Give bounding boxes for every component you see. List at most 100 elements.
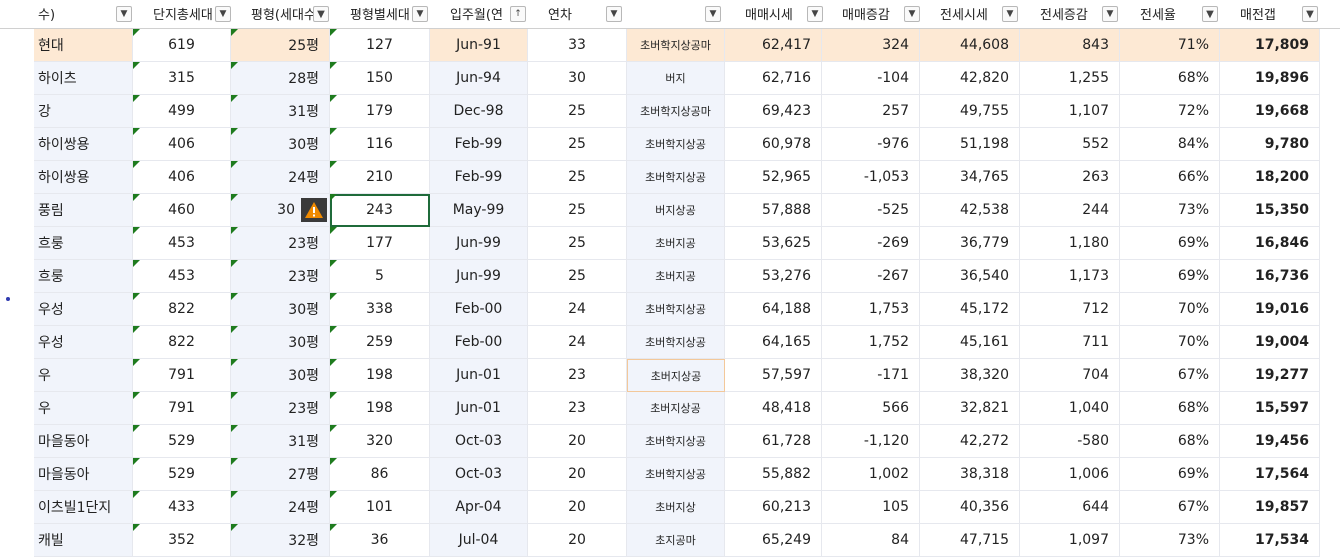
cell-jeonse[interactable]: 47,715: [920, 524, 1020, 557]
cell-date[interactable]: Feb-00: [430, 326, 528, 359]
cell-size[interactable]: 23평: [231, 260, 330, 293]
cell-jeonse[interactable]: 45,172: [920, 293, 1020, 326]
cell-facilities[interactable]: 초버학지상공: [627, 293, 725, 326]
cell-jeonse[interactable]: 36,779: [920, 227, 1020, 260]
cell-name[interactable]: 현대: [34, 29, 133, 62]
cell-facilities[interactable]: 초버지공: [627, 260, 725, 293]
cell-price[interactable]: 65,249: [725, 524, 822, 557]
cell-size[interactable]: 32평: [231, 524, 330, 557]
cell-date[interactable]: Jun-01: [430, 359, 528, 392]
filter-funnel-icon[interactable]: ▼: [1202, 6, 1218, 22]
cell-jeonse_chg[interactable]: 1,107: [1020, 95, 1120, 128]
cell-total[interactable]: 315: [133, 62, 231, 95]
cell-name[interactable]: 강: [34, 95, 133, 128]
cell-jeonse[interactable]: 40,356: [920, 491, 1020, 524]
cell-size[interactable]: 30: [231, 194, 330, 227]
cell-ratio[interactable]: 73%: [1120, 524, 1220, 557]
cell-facilities[interactable]: 초버학지상공: [627, 128, 725, 161]
cell-units[interactable]: 36: [330, 524, 430, 557]
cell-name[interactable]: 흐룽: [34, 227, 133, 260]
cell-jeonse_chg[interactable]: 843: [1020, 29, 1120, 62]
cell-total[interactable]: 791: [133, 392, 231, 425]
cell-jeonse[interactable]: 51,198: [920, 128, 1020, 161]
cell-total[interactable]: 453: [133, 260, 231, 293]
cell-price[interactable]: 48,418: [725, 392, 822, 425]
cell-facilities[interactable]: 초버학지상공: [627, 458, 725, 491]
cell-units[interactable]: 179: [330, 95, 430, 128]
cell-age[interactable]: 20: [528, 524, 627, 557]
cell-price[interactable]: 53,625: [725, 227, 822, 260]
cell-price[interactable]: 60,978: [725, 128, 822, 161]
cell-price_chg[interactable]: -976: [822, 128, 920, 161]
cell-units[interactable]: 127: [330, 29, 430, 62]
cell-size[interactable]: 24평: [231, 491, 330, 524]
cell-jeonse_chg[interactable]: 711: [1020, 326, 1120, 359]
cell-price_chg[interactable]: -525: [822, 194, 920, 227]
cell-facilities[interactable]: 초버학지상공마: [627, 95, 725, 128]
cell-jeonse_chg[interactable]: 263: [1020, 161, 1120, 194]
cell-ratio[interactable]: 73%: [1120, 194, 1220, 227]
cell-name[interactable]: 흐룽: [34, 260, 133, 293]
cell-date[interactable]: Oct-03: [430, 425, 528, 458]
cell-jeonse_chg[interactable]: 1,006: [1020, 458, 1120, 491]
cell-gap[interactable]: 19,004: [1220, 326, 1320, 359]
cell-ratio[interactable]: 70%: [1120, 293, 1220, 326]
cell-jeonse[interactable]: 38,318: [920, 458, 1020, 491]
cell-name[interactable]: 캐빌: [34, 524, 133, 557]
dropdown-arrow-icon[interactable]: ▼: [904, 6, 920, 22]
cell-gap[interactable]: 15,350: [1220, 194, 1320, 227]
cell-price_chg[interactable]: -1,053: [822, 161, 920, 194]
cell-size[interactable]: 27평: [231, 458, 330, 491]
cell-price_chg[interactable]: 1,752: [822, 326, 920, 359]
cell-name[interactable]: 우: [34, 392, 133, 425]
cell-facilities[interactable]: 초버지상: [627, 491, 725, 524]
cell-price[interactable]: 53,276: [725, 260, 822, 293]
cell-gap[interactable]: 19,016: [1220, 293, 1320, 326]
cell-total[interactable]: 529: [133, 458, 231, 491]
cell-size[interactable]: 30평: [231, 359, 330, 392]
cell-facilities[interactable]: 버지상공: [627, 194, 725, 227]
cell-age[interactable]: 24: [528, 326, 627, 359]
cell-age[interactable]: 25: [528, 128, 627, 161]
cell-gap[interactable]: 19,668: [1220, 95, 1320, 128]
cell-price_chg[interactable]: 84: [822, 524, 920, 557]
cell-name[interactable]: 마을동아: [34, 425, 133, 458]
cell-jeonse[interactable]: 42,272: [920, 425, 1020, 458]
cell-size[interactable]: 24평: [231, 161, 330, 194]
cell-date[interactable]: Oct-03: [430, 458, 528, 491]
cell-ratio[interactable]: 69%: [1120, 458, 1220, 491]
cell-price[interactable]: 55,882: [725, 458, 822, 491]
cell-gap[interactable]: 17,809: [1220, 29, 1320, 62]
cell-price[interactable]: 60,213: [725, 491, 822, 524]
cell-gap[interactable]: 19,857: [1220, 491, 1320, 524]
cell-date[interactable]: Jun-91: [430, 29, 528, 62]
cell-name[interactable]: 우성: [34, 293, 133, 326]
cell-facilities[interactable]: 초버학지상공: [627, 425, 725, 458]
cell-jeonse_chg[interactable]: 1,255: [1020, 62, 1120, 95]
cell-ratio[interactable]: 71%: [1120, 29, 1220, 62]
cell-price_chg[interactable]: -104: [822, 62, 920, 95]
cell-gap[interactable]: 19,896: [1220, 62, 1320, 95]
cell-units[interactable]: 101: [330, 491, 430, 524]
cell-ratio[interactable]: 69%: [1120, 227, 1220, 260]
cell-price_chg[interactable]: 1,753: [822, 293, 920, 326]
cell-units[interactable]: 320: [330, 425, 430, 458]
cell-price_chg[interactable]: 1,002: [822, 458, 920, 491]
cell-name[interactable]: 하이츠: [34, 62, 133, 95]
cell-jeonse_chg[interactable]: 644: [1020, 491, 1120, 524]
cell-facilities[interactable]: 초버학지상공: [627, 161, 725, 194]
cell-jeonse[interactable]: 49,755: [920, 95, 1020, 128]
cell-size[interactable]: 23평: [231, 227, 330, 260]
cell-date[interactable]: Dec-98: [430, 95, 528, 128]
cell-total[interactable]: 406: [133, 128, 231, 161]
filter-funnel-icon[interactable]: ▼: [313, 6, 329, 22]
cell-date[interactable]: Jun-94: [430, 62, 528, 95]
cell-date[interactable]: Jun-01: [430, 392, 528, 425]
cell-jeonse[interactable]: 44,608: [920, 29, 1020, 62]
cell-gap[interactable]: 17,534: [1220, 524, 1320, 557]
sort-ascending-icon[interactable]: ↑: [510, 6, 526, 22]
cell-name[interactable]: 마을동아: [34, 458, 133, 491]
cell-date[interactable]: Jun-99: [430, 227, 528, 260]
dropdown-arrow-icon[interactable]: ▼: [116, 6, 132, 22]
cell-facilities[interactable]: 초버학지상공마: [627, 29, 725, 62]
